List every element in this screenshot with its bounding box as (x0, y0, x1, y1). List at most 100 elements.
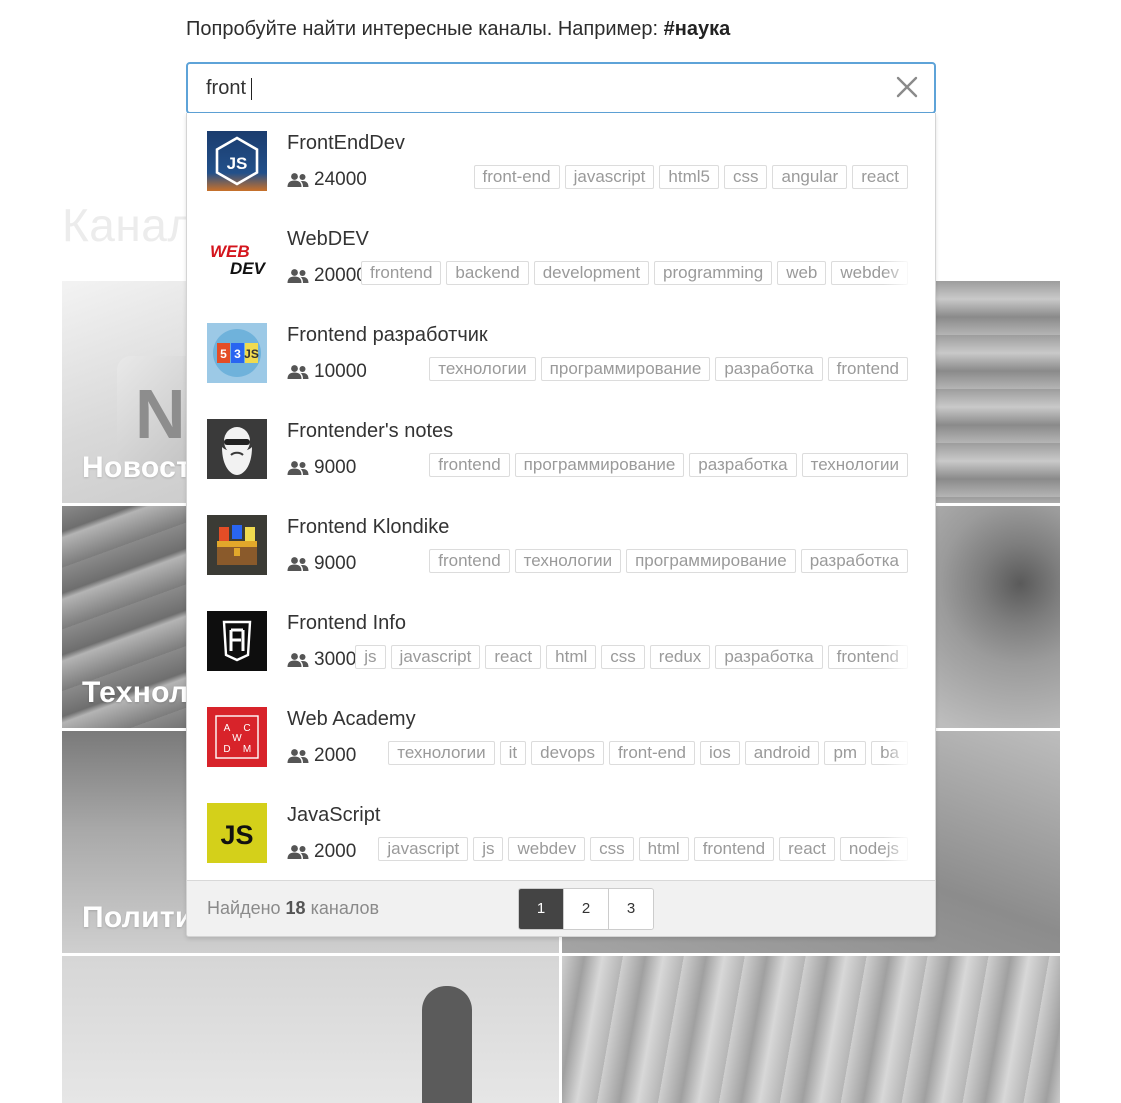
tag[interactable]: css (590, 837, 634, 861)
svg-text:DEV: DEV (230, 259, 267, 278)
treasure-chest-logo-icon (207, 515, 267, 575)
tag[interactable]: технологии (801, 453, 908, 477)
tag[interactable]: технологии (388, 741, 495, 765)
webdev-logo-icon: WEB DEV (207, 227, 267, 287)
list-item[interactable]: Frontender's notes 9000 frontend програм… (187, 401, 935, 497)
category-label: Новост (82, 451, 192, 484)
tag-list: javascript js webdev css html frontend r… (378, 837, 913, 863)
svg-text:M: M (243, 744, 251, 755)
tag[interactable]: frontend (429, 549, 510, 573)
tag[interactable]: разработка (689, 453, 797, 477)
tag[interactable]: html (546, 645, 597, 669)
tag[interactable]: react (779, 837, 835, 861)
hint-example-tag[interactable]: #наука (664, 18, 731, 40)
list-item[interactable]: JS JavaScript 2000 javascript js webdev … (187, 785, 935, 881)
tag[interactable]: технологии (514, 549, 622, 573)
tag[interactable]: development (533, 261, 650, 285)
people-icon (287, 173, 309, 187)
bearded-man-logo-icon (207, 419, 267, 479)
member-count-value: 2000 (314, 745, 357, 766)
category-tile-science[interactable] (62, 956, 559, 1103)
list-item[interactable]: 5 3 JS Frontend разработчик 10000 технол… (187, 305, 935, 401)
tag[interactable]: angular (772, 165, 848, 189)
tag[interactable]: devops (531, 741, 604, 765)
tag[interactable]: javascript (564, 165, 655, 189)
member-count: 9000 (287, 455, 356, 481)
tag[interactable]: html (638, 837, 689, 861)
svg-text:5: 5 (220, 347, 227, 361)
tag[interactable]: программирование (540, 357, 711, 381)
member-count: 9000 (287, 551, 356, 577)
list-item[interactable]: Frontend Info 3000 js javascript react h… (187, 593, 935, 689)
list-item[interactable]: A C W D M Web Academy 2000 технологии it… (187, 689, 935, 785)
tag[interactable]: pm (824, 741, 867, 765)
svg-text:3: 3 (234, 347, 241, 361)
search-hint: Попробуйте найти интересные каналы. Напр… (186, 18, 730, 41)
people-icon (287, 557, 309, 571)
close-x-icon[interactable] (894, 74, 920, 100)
member-count-value: 24000 (314, 169, 367, 190)
people-icon (287, 845, 309, 859)
tag[interactable]: react (852, 165, 908, 189)
tag[interactable]: front-end (473, 165, 560, 189)
member-count: 24000 (287, 167, 367, 193)
tag-list: frontend backend development programming… (361, 261, 913, 287)
channel-name: JavaScript (287, 804, 381, 826)
tag-list: технологии программирование разработка f… (429, 357, 913, 383)
tag[interactable]: frontend (827, 357, 908, 381)
channels-heading: Канал (62, 199, 195, 251)
pagination: 1 2 3 (518, 888, 654, 930)
tag[interactable]: frontend (693, 837, 775, 861)
tag[interactable]: разработка (715, 357, 823, 381)
tag[interactable]: javascript (378, 837, 469, 861)
tag[interactable]: css (723, 165, 768, 189)
channel-name: Frontend Info (287, 612, 406, 634)
category-label: Полити (82, 901, 194, 934)
people-icon (287, 269, 309, 283)
tag[interactable]: frontend (361, 261, 442, 285)
page-button-1[interactable]: 1 (519, 889, 563, 929)
member-count: 2000 (287, 743, 356, 769)
people-icon (287, 365, 309, 379)
hint-text: Попробуйте найти интересные каналы. Напр… (186, 18, 659, 40)
category-tile-audio[interactable] (562, 956, 1060, 1103)
tag[interactable]: разработка (715, 645, 823, 669)
found-suffix: каналов (310, 898, 380, 918)
tag[interactable]: webdev (508, 837, 586, 861)
list-item[interactable]: WEB DEV WebDEV 20000 frontend backend de… (187, 209, 935, 305)
tag[interactable]: frontend (429, 453, 510, 477)
tag[interactable]: технологии (429, 357, 536, 381)
results-list: JS FrontEndDev 24000 front-end javascrip… (187, 113, 935, 880)
member-count-value: 9000 (314, 457, 357, 478)
page-button-2[interactable]: 2 (563, 889, 608, 929)
tag[interactable]: js (473, 837, 504, 861)
member-count-value: 2000 (314, 841, 357, 862)
f-shield-logo-icon (207, 611, 267, 671)
tag[interactable]: css (601, 645, 645, 669)
tag[interactable]: it (499, 741, 527, 765)
tag[interactable]: web (777, 261, 827, 285)
svg-text:C: C (243, 723, 250, 734)
found-count: 18 (285, 898, 306, 918)
html-css-js-badge-icon: 5 3 JS (207, 323, 267, 383)
tag[interactable]: javascript (390, 645, 481, 669)
tag[interactable]: android (744, 741, 820, 765)
page-button-3[interactable]: 3 (608, 889, 653, 929)
tag[interactable]: разработка (800, 549, 908, 573)
tag[interactable]: programming (654, 261, 773, 285)
channel-name: Frontender's notes (287, 420, 454, 442)
tag[interactable]: react (485, 645, 542, 669)
tag[interactable]: redux (649, 645, 711, 669)
list-item[interactable]: Frontend Klondike 9000 frontend технолог… (187, 497, 935, 593)
tag[interactable]: front-end (608, 741, 695, 765)
tag[interactable]: ios (700, 741, 740, 765)
list-item[interactable]: JS FrontEndDev 24000 front-end javascrip… (187, 113, 935, 209)
tag[interactable]: программирование (626, 549, 796, 573)
tag[interactable]: js (355, 645, 386, 669)
search-input[interactable] (206, 64, 866, 112)
tag[interactable]: html5 (659, 165, 719, 189)
member-count-value: 9000 (314, 553, 357, 574)
svg-text:JS: JS (227, 154, 248, 173)
tag[interactable]: backend (446, 261, 529, 285)
tag[interactable]: программирование (514, 453, 685, 477)
